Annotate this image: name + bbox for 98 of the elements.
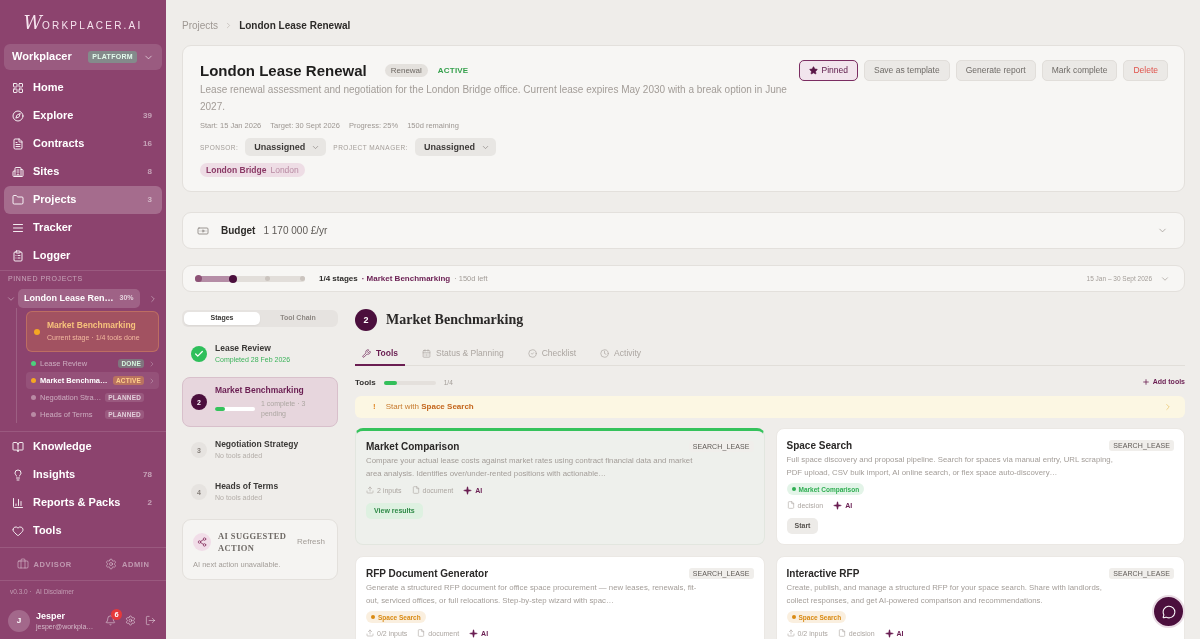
item-count: 39	[143, 111, 152, 121]
sparkle-icon	[463, 485, 473, 495]
stage-name: Negotiation Strategy	[215, 439, 299, 450]
nav-item[interactable]: Tracker	[4, 214, 162, 242]
logout-icon[interactable]	[145, 615, 156, 626]
nav-item[interactable]: Home	[4, 74, 162, 102]
chat-icon	[1161, 604, 1176, 619]
bar-chart-icon	[12, 497, 24, 509]
upload-icon	[786, 629, 795, 637]
upload-icon	[366, 629, 374, 637]
file-icon	[786, 501, 795, 509]
item-count: 78	[143, 470, 152, 480]
plus-icon	[1141, 378, 1150, 387]
next-step-banner[interactable]: ! Start with Space Search	[355, 396, 1185, 418]
action-button[interactable]: Save as template	[863, 60, 950, 81]
nav-item[interactable]: Reports & Packs 2	[4, 489, 162, 517]
location-city: London	[270, 165, 299, 175]
stage-marker-icon	[300, 276, 305, 281]
step-number: 2	[355, 309, 377, 331]
stage-name: Heads of Terms	[215, 481, 279, 492]
sparkle-icon	[469, 628, 479, 638]
pin-button[interactable]: Pinned	[798, 60, 858, 81]
location-name: London Bridge	[206, 165, 267, 175]
file-icon	[417, 629, 426, 637]
sponsor-select[interactable]: Unassigned	[245, 138, 327, 156]
tool-title: Space Search	[786, 439, 853, 451]
tool-title: RFP Document Generator	[366, 567, 489, 579]
stage-marker-icon	[265, 276, 270, 281]
stage-name: Market Benchmarking	[47, 320, 137, 331]
logo: WORKPLACER.AI	[23, 11, 143, 33]
nav-item[interactable]: Tools	[4, 517, 162, 545]
stage-name: Lease Review	[215, 343, 272, 354]
heart-icon	[12, 525, 24, 537]
ai-nodes-icon	[193, 533, 211, 551]
book-icon	[12, 441, 24, 453]
action-button[interactable]: Mark complete	[1041, 60, 1118, 81]
type-badge: Renewal	[384, 64, 428, 77]
file-icon	[837, 629, 846, 637]
nav-item[interactable]: Sites 8	[4, 158, 162, 186]
budget-panel[interactable]: Budget 1 170 000 £/yr	[182, 212, 1185, 249]
item-count: 8	[147, 167, 152, 177]
nav-item[interactable]: Knowledge	[4, 433, 162, 461]
check-circle-icon	[527, 349, 537, 358]
grid-icon	[12, 82, 24, 94]
check-circle-icon	[191, 346, 207, 362]
tools-label: Tools	[355, 378, 376, 387]
upload-icon	[366, 486, 374, 494]
sparkle-icon	[884, 628, 894, 638]
stage-marker-icon	[229, 274, 237, 283]
manager-select[interactable]: Unassigned	[415, 138, 497, 156]
breadcrumb-current: London Lease Renewal	[239, 19, 351, 31]
nav-item[interactable]: Explore 39	[4, 102, 162, 130]
calendar-icon	[422, 349, 432, 358]
folder-icon	[12, 194, 24, 206]
status-dot-icon	[34, 328, 40, 335]
compass-icon	[12, 110, 24, 122]
status-label: ACTIVE	[437, 66, 469, 75]
current-stage: · Market Benchmarking	[361, 274, 451, 283]
document-icon	[12, 138, 24, 150]
project-title: London Lease Renewal	[200, 62, 367, 79]
stage-name: Market Benchmarking	[215, 385, 305, 396]
sparkle-icon	[833, 500, 843, 510]
lightbulb-icon	[12, 469, 24, 481]
stages-count: 1/4 stages	[319, 274, 358, 283]
building-icon	[12, 166, 24, 178]
settings-icon[interactable]	[125, 615, 136, 626]
list-icon	[12, 222, 24, 234]
user-name: Jesper	[36, 611, 67, 621]
banknote-icon	[197, 224, 209, 237]
settings-icon	[104, 558, 117, 570]
tool-title: Market Comparison	[366, 440, 460, 452]
action-button[interactable]: Generate report	[955, 60, 1036, 81]
alert-mark: !	[373, 402, 376, 412]
card-title: AI SUGGESTED ACTION	[218, 530, 288, 554]
item-count: 2	[147, 498, 152, 508]
nav-item[interactable]: Contracts 16	[4, 130, 162, 158]
stage-marker-icon	[195, 275, 202, 282]
file-icon	[411, 486, 420, 494]
tab[interactable]: Tools	[355, 343, 406, 366]
stage-title: Market Benchmarking	[386, 312, 524, 328]
budget-value: 1 170 000 £/yr	[263, 225, 328, 236]
item-count: 16	[143, 139, 152, 149]
wrench-icon	[362, 349, 371, 358]
star-icon	[808, 66, 818, 75]
chevron-right-icon	[1163, 402, 1173, 412]
clipboard-icon	[12, 250, 24, 262]
banner-text: Start with Space Search	[385, 402, 474, 412]
tool-title: Interactive RFP	[786, 567, 860, 579]
briefcase-icon	[16, 558, 29, 570]
item-count: 3	[147, 195, 152, 205]
budget-label: Budget	[221, 225, 256, 236]
user-avatar: J	[8, 609, 30, 632]
project-description: Lease renewal assessment and negotiation for the London Bridge office. Current lease expires May 2030 with a break option in June 2027.	[200, 83, 788, 114]
nav-item[interactable]: Projects 3	[4, 186, 162, 214]
bell-icon[interactable]	[105, 615, 116, 626]
nav-item[interactable]: Insights 78	[4, 461, 162, 489]
clock-icon	[600, 349, 610, 358]
nav-item[interactable]: Logger	[4, 242, 162, 270]
